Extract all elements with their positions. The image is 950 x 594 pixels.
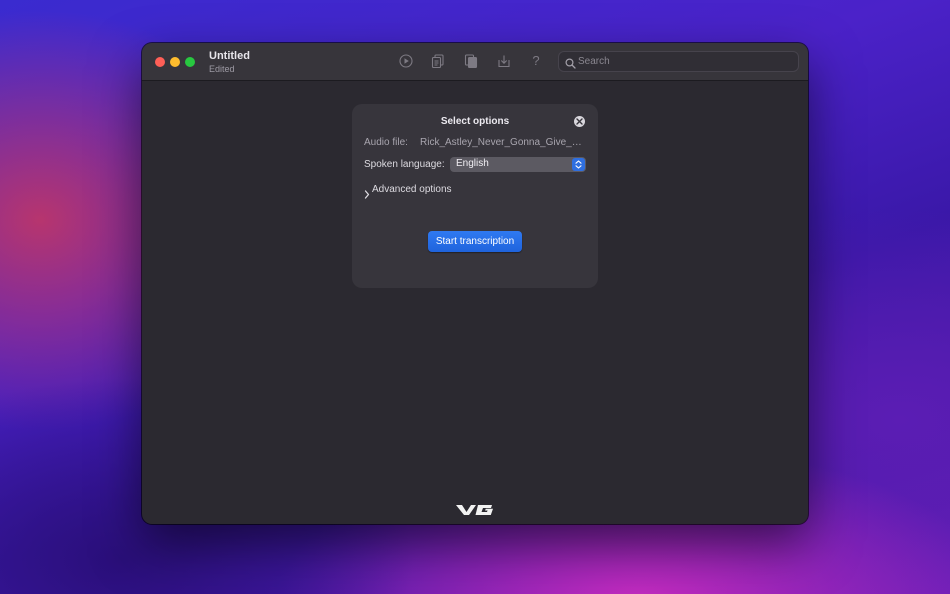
advanced-options-label: Advanced options [372,184,452,195]
play-icon[interactable] [398,53,414,69]
audio-file-label: Audio file: [364,137,408,148]
document-title: Untitled [209,50,250,62]
title-block: Untitled Edited [209,50,250,75]
audio-file-name: Rick_Astley_Never_Gonna_Give_Yo... [420,137,586,148]
close-panel-icon[interactable] [574,116,585,127]
document-status: Edited [209,64,235,74]
spoken-language-label: Spoken language: [364,159,445,170]
options-panel: Select options Audio file: Rick_Astley_N… [352,104,598,288]
search-input[interactable] [578,53,788,70]
export-icon[interactable] [496,53,512,69]
vg-logo [456,505,493,515]
spoken-language-value: English [456,158,489,169]
panel-title: Select options [440,116,510,127]
paste-document-icon[interactable] [463,53,479,69]
search-field[interactable] [558,51,799,72]
updown-chevron-icon [572,158,585,171]
copy-document-icon[interactable] [430,53,446,69]
chevron-right-icon [364,186,370,204]
zoom-window-button[interactable] [185,57,195,67]
titlebar: Untitled Edited ? [142,43,808,81]
app-window: Untitled Edited ? Select options Audio f… [142,43,808,524]
spoken-language-select[interactable]: English [450,157,586,172]
close-window-button[interactable] [155,57,165,67]
minimize-window-button[interactable] [170,57,180,67]
help-icon[interactable]: ? [528,53,544,69]
start-transcription-button[interactable]: Start transcription [428,231,522,252]
search-icon [565,56,576,74]
